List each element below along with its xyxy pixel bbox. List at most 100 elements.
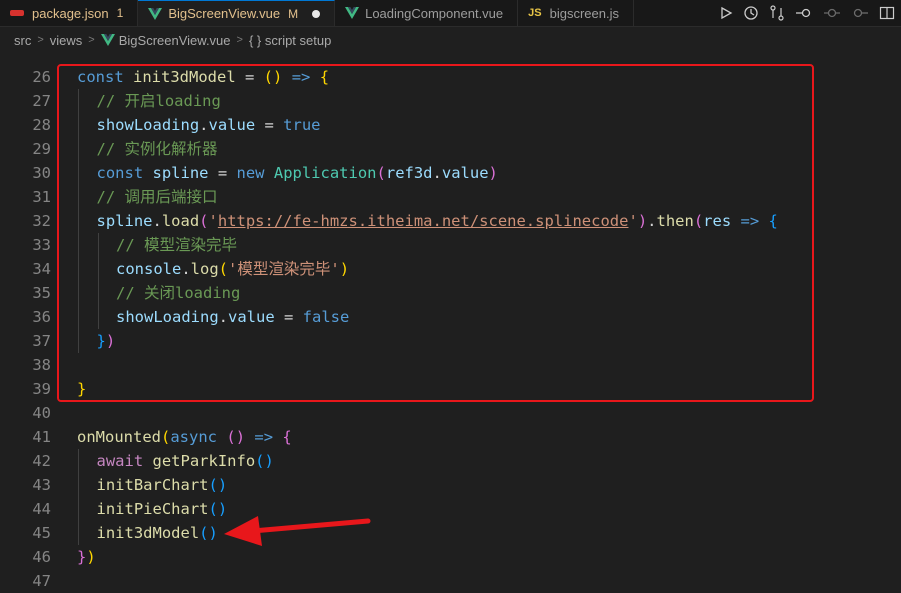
code-line[interactable]: // 开启loading [97,89,221,113]
tab-label: LoadingComponent.vue [365,5,504,21]
code-line[interactable]: initPieChart() [97,497,228,521]
breadcrumb-item-file[interactable]: BigScreenView.vue [119,33,231,48]
code-token: () [226,428,246,446]
code-line[interactable]: initBarChart() [97,473,228,497]
code-token: await [96,452,144,470]
code-line[interactable]: // 实例化解析器 [97,137,218,161]
code-token: () [208,476,228,494]
code-token: . [199,116,209,134]
code-token: https://fe-hmzs.itheima.net/scene.spline… [217,212,629,230]
code-token: ) [86,548,96,566]
vue-file-icon [345,7,360,19]
code-token: async [170,428,218,446]
code-token: = [235,68,264,86]
code-line[interactable]: const spline = new Application(ref3d.val… [97,161,498,185]
code-token: ( [218,260,229,278]
code-token: value [228,308,275,326]
code-line[interactable]: onMounted(async () => { [77,425,292,449]
code-token: ( [376,164,386,182]
code-line[interactable]: } [77,377,86,401]
code-token: init3dModel [96,524,200,542]
vue-file-icon [100,34,115,46]
code-token: init3dModel [133,68,236,86]
line-number: 27 [32,92,51,110]
code-token: } [77,380,87,398]
problem-count-badge: 1 [116,6,124,20]
code-token: () [199,524,218,542]
run-icon[interactable] [719,6,733,20]
code-token: { [319,68,330,86]
code-line[interactable]: console.log('模型渲染完毕') [116,257,349,281]
line-number: 32 [32,212,51,230]
line-number: 47 [32,572,51,590]
code-line[interactable]: // 调用后端接口 [97,185,218,209]
code-line[interactable]: showLoading.value = true [97,113,321,137]
code-line[interactable]: const init3dModel = () => { [77,65,329,89]
timeline-icon[interactable] [743,5,759,21]
code-token: = [274,308,303,326]
code-token: => [291,68,311,86]
code-line[interactable]: }) [97,329,116,353]
code-editor[interactable]: 26 const init3dModel = () => {27// 开启load… [0,53,901,590]
code-line[interactable]: await getParkInfo() [97,449,274,473]
breadcrumb: src > views > BigScreenView.vue > { } sc… [0,27,901,53]
go-back-icon[interactable] [795,6,813,20]
indent-guide [78,161,79,185]
unsaved-dot-icon[interactable] [312,9,321,18]
tab-package-json[interactable]: package.json 1 [0,0,139,26]
code-line[interactable]: // 模型渲染完毕 [116,233,237,257]
tab-bigscreenview-vue[interactable]: BigScreenView.vue M [138,0,336,26]
tab-loadingcomponent-vue[interactable]: LoadingComponent.vue [335,0,519,26]
breadcrumb-item-src[interactable]: src [14,33,31,48]
go-forward-icon[interactable] [823,6,841,20]
code-line[interactable]: // 关闭loading [116,281,240,305]
code-token: '模型渲染完毕' [228,260,340,278]
code-token: { [768,212,778,230]
tab-label: package.json [32,5,109,21]
code-token: } [96,332,106,350]
indent-guide [78,113,79,137]
code-token: true [283,116,321,134]
line-number: 31 [32,188,51,206]
split-editor-icon[interactable] [879,5,895,21]
indent-guide [78,185,79,209]
git-compare-icon[interactable] [769,5,785,21]
code-token: . [432,164,442,182]
breadcrumb-item-views[interactable]: views [50,33,83,48]
code-token: () [263,68,283,86]
code-token: ( [161,428,171,446]
code-line[interactable]: showLoading.value = false [116,305,349,329]
breadcrumb-item-symbol[interactable]: { } script setup [249,33,331,48]
line-number: 38 [32,356,51,374]
line-number: 35 [32,284,51,302]
code-token: . [218,308,228,326]
indent-guide [78,497,79,521]
code-token: ) [488,164,498,182]
code-token: ( [693,212,704,230]
indent-guide [78,209,79,233]
code-token: = [255,116,284,134]
indent-guide [78,281,79,305]
code-token: onMounted [77,428,161,446]
code-token: () [255,452,274,470]
indent-guide [78,89,79,113]
step-icon[interactable] [851,6,869,20]
code-token: ( [199,212,209,230]
code-token: const [96,164,144,182]
code-line[interactable]: init3dModel() [97,521,218,545]
tab-bigscreen-js[interactable]: JS bigscreen.js [518,0,634,26]
js-file-icon: JS [528,7,542,19]
code-line[interactable]: spline.load('https://fe-hmzs.itheima.net… [97,209,778,233]
code-line[interactable]: }) [77,545,96,569]
code-token: initPieChart [96,500,209,518]
code-token: false [302,308,350,326]
code-token: // 实例化解析器 [96,140,218,158]
code-token: // 模型渲染完毕 [116,236,237,254]
